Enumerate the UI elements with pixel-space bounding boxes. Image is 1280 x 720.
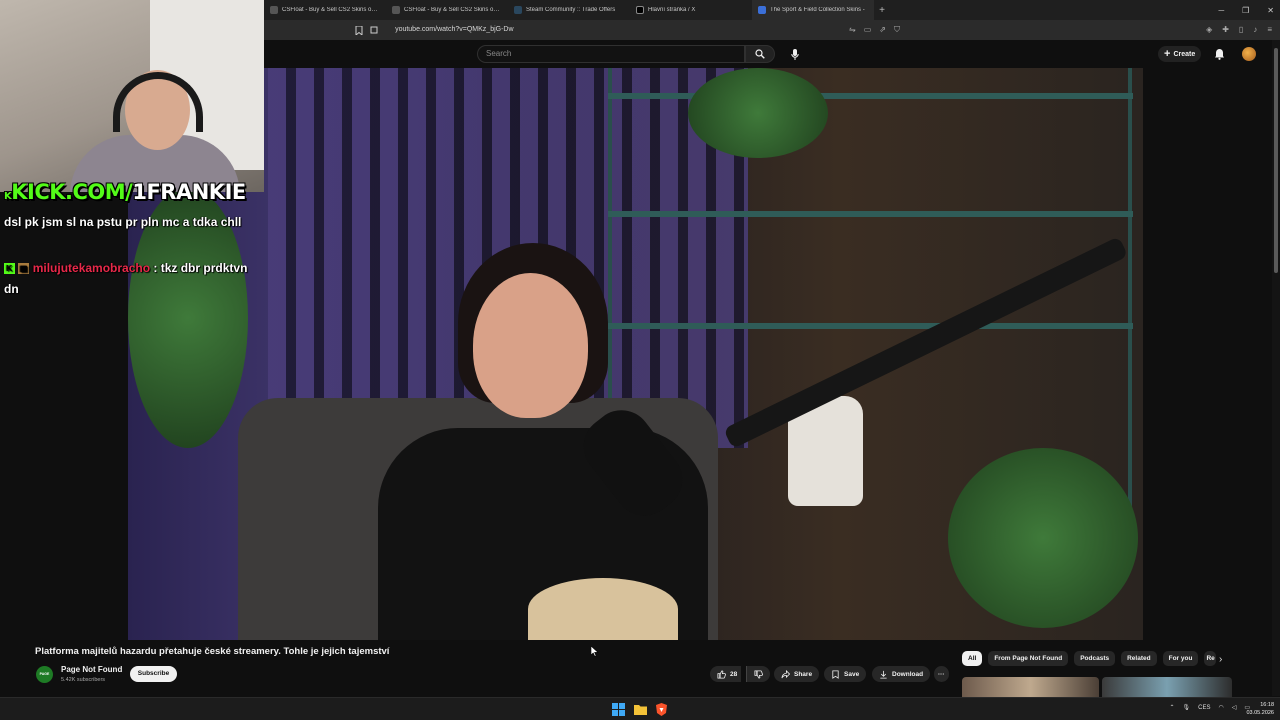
address-bar: youtube.com/watch?v=QMKz_bjG-Dw ⇋ ▭ ⇗ ⛉ …	[264, 20, 1280, 40]
translate-icon[interactable]: ⇋	[849, 25, 856, 35]
channel-avatar[interactable]: PAGE NOT FOUND	[36, 666, 53, 683]
download-button[interactable]: Download	[872, 666, 931, 682]
plus-icon: +	[1164, 47, 1171, 60]
language-indicator[interactable]: CES	[1198, 705, 1210, 711]
video-scene-plant	[688, 68, 828, 158]
account-avatar[interactable]	[1242, 47, 1256, 61]
related-video-thumbnail[interactable]	[1102, 677, 1232, 697]
download-icon	[880, 670, 887, 679]
bell-icon	[1215, 49, 1224, 60]
screen: CSFloat - Buy & Sell CS2 Skins on the CS…	[0, 0, 1280, 720]
chevron-up-icon[interactable]: ⌃	[1169, 704, 1174, 711]
browser-tab[interactable]: Hlavní stránka / X	[630, 0, 752, 20]
microphone-tray-icon[interactable]: 🎙	[1182, 704, 1190, 711]
chevron-right-icon[interactable]: ›	[1219, 654, 1222, 665]
puzzle-icon[interactable]: ✚	[1222, 25, 1229, 34]
video-scene-shelf	[608, 211, 1133, 217]
volume-icon[interactable]: ◁	[1232, 704, 1237, 711]
system-tray: ⌃ 🎙 CES ◠ ◁ ▭	[1169, 704, 1250, 712]
subscriber-count: 5.42K subscribers	[61, 677, 106, 683]
cast-icon[interactable]: ▭	[864, 25, 872, 35]
taskbar-clock[interactable]: 16:18 03.05.2026	[1246, 701, 1274, 717]
browser-tab-strip: CSFloat - Buy & Sell CS2 Skins on the CS…	[264, 0, 1280, 20]
browser-tab[interactable]: Steam Community :: Trade Offers	[508, 0, 630, 20]
csfloat-icon	[270, 6, 278, 14]
chip-related[interactable]: Related	[1121, 651, 1157, 666]
search-input[interactable]: Search	[477, 45, 745, 63]
chat-message: K ▦ milujutekamobracho : tkz dbr prdktvn…	[4, 261, 248, 296]
microphone-icon	[791, 48, 799, 60]
related-video-thumbnail[interactable]	[962, 677, 1099, 697]
kick-channel-banner: KKICK.COM/1FRANKIE	[4, 180, 246, 204]
new-tab-button[interactable]: +	[874, 5, 890, 16]
address-actions: ⇋ ▭ ⇗ ⛉	[849, 25, 900, 35]
windows-start-icon[interactable]	[612, 703, 625, 716]
browser-tab[interactable]: CSFloat - Buy & Sell CS2 Skins on the	[386, 0, 508, 20]
chip-all[interactable]: All	[962, 651, 983, 666]
create-button[interactable]: + Create	[1158, 46, 1202, 62]
chip-for-you[interactable]: For you	[1162, 651, 1199, 666]
subscriber-badge-icon: ▦	[18, 263, 30, 275]
video-title: Platforma majitelů hazardu přetahuje čes…	[35, 646, 390, 657]
notifications-button[interactable]	[1214, 47, 1225, 65]
video-scene-shelf	[1128, 68, 1132, 528]
window-controls: ─ ❐ ✕	[1218, 0, 1274, 20]
video-scene-blanket	[528, 578, 678, 640]
chip-podcasts[interactable]: Podcasts	[1074, 651, 1116, 666]
save-button[interactable]: Save	[824, 666, 867, 682]
steam-icon	[514, 6, 522, 14]
search-button[interactable]	[745, 45, 775, 63]
thumbs-up-icon	[717, 669, 726, 679]
chip-from-channel[interactable]: From Page Not Found	[988, 651, 1069, 666]
site-info-icon[interactable]	[370, 25, 380, 35]
brave-shield-icon[interactable]: ⛉	[894, 25, 900, 35]
related-filter-chips: All From Page Not Found Podcasts Related…	[962, 651, 1217, 666]
like-button[interactable]: 28	[710, 666, 742, 682]
maximize-icon[interactable]: ❐	[1242, 6, 1249, 15]
video-scene-shelf	[608, 323, 1133, 329]
music-icon[interactable]: ♪	[1253, 25, 1257, 34]
share-page-icon[interactable]: ⇗	[879, 25, 886, 35]
video-scene-person	[473, 273, 588, 418]
video-scene-plant	[948, 448, 1138, 628]
subscribe-button[interactable]: Subscribe	[130, 666, 177, 682]
chat-message: dsl pk jsm sl na pstu pr pln mc a tdka c…	[4, 215, 242, 229]
bookmark-icon[interactable]	[354, 25, 364, 35]
menu-icon[interactable]: ≡	[1267, 25, 1272, 34]
browser-tab[interactable]: CSFloat - Buy & Sell CS2 Skins on the	[264, 0, 386, 20]
channel-name[interactable]: Page Not Found	[61, 665, 122, 674]
video-player[interactable]	[128, 68, 1143, 640]
kick-badge-icon: K	[4, 263, 15, 275]
video-scene-mic-arm	[723, 236, 1129, 449]
minimize-icon[interactable]: ─	[1218, 6, 1224, 15]
x-icon	[636, 6, 644, 14]
windows-taskbar: ⌃ 🎙 CES ◠ ◁ ▭ 16:18 03.05.2026	[0, 697, 1280, 720]
scrollbar-thumb[interactable]	[1274, 48, 1278, 273]
youtube-header: Search + Create	[264, 40, 1280, 68]
wifi-icon[interactable]: ◠	[1218, 704, 1223, 711]
extension-icon[interactable]: ◈	[1206, 25, 1212, 34]
csfloat-icon	[392, 6, 400, 14]
browser-tab-active[interactable]: The Sport & Field Collection Skins -	[752, 0, 874, 20]
brave-browser-icon[interactable]	[655, 703, 668, 716]
voice-search-button[interactable]	[785, 45, 805, 63]
thumbs-down-icon	[754, 669, 763, 679]
search-icon	[755, 49, 765, 59]
streamer-webcam	[0, 0, 264, 192]
file-explorer-icon[interactable]	[634, 703, 647, 716]
dislike-button[interactable]	[746, 666, 770, 682]
url-field[interactable]: youtube.com/watch?v=QMKz_bjG-Dw	[391, 23, 849, 37]
share-button[interactable]: Share	[774, 666, 820, 682]
extension-icons: ◈ ✚ ▯ ♪ ≡	[1206, 25, 1272, 34]
tab-icon	[758, 6, 766, 14]
sidebar-icon[interactable]: ▯	[1239, 25, 1243, 34]
video-scene-shelf	[608, 93, 1133, 99]
close-icon[interactable]: ✕	[1267, 6, 1274, 15]
save-playlist-icon	[832, 669, 839, 679]
chip-truncated[interactable]: Re	[1204, 651, 1217, 666]
share-icon	[781, 669, 790, 678]
more-actions-button[interactable]: ···	[934, 666, 949, 682]
